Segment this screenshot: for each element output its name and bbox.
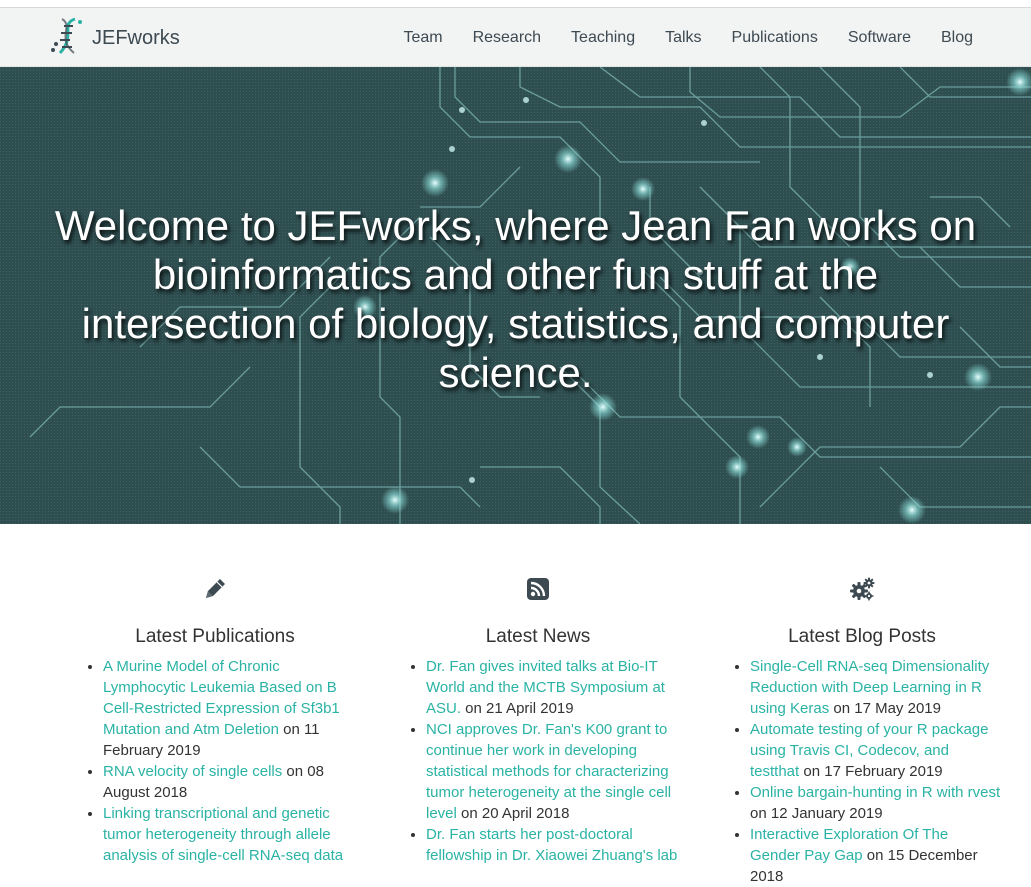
- nav-item-research[interactable]: Research: [473, 29, 541, 47]
- list-item: Automate testing of your R package using…: [750, 719, 1002, 782]
- blog-post-date: on 17 May 2019: [829, 700, 941, 717]
- hero-title: Welcome to JEFworks, where Jean Fan work…: [54, 202, 977, 396]
- nav-item-software[interactable]: Software: [848, 29, 911, 47]
- news-heading: Latest News: [485, 626, 591, 647]
- nav-item-blog[interactable]: Blog: [941, 29, 973, 47]
- publication-link[interactable]: RNA velocity of single cells: [103, 763, 282, 780]
- dna-logo-icon: [48, 16, 88, 61]
- list-item: Online bargain-hunting in R with rvest o…: [750, 782, 1002, 824]
- news-link[interactable]: Dr. Fan starts her post-doctoral fellows…: [426, 826, 677, 864]
- publications-column: Latest Publications A Murine Model of Ch…: [75, 576, 355, 866]
- news-column: Latest News Dr. Fan gives invited talks …: [398, 576, 678, 866]
- brand-name: JEFworks: [92, 26, 180, 49]
- list-item: Dr. Fan gives invited talks at Bio-IT Wo…: [426, 656, 678, 719]
- blog-list: Single-Cell RNA-seq Dimensionality Reduc…: [722, 656, 1002, 887]
- blog-column: Latest Blog Posts Single-Cell RNA-seq Di…: [722, 576, 1002, 887]
- list-item: RNA velocity of single cells on 08 Augus…: [103, 761, 355, 803]
- navbar: JEFworks Team Research Teaching Talks Pu…: [0, 8, 1031, 67]
- pencil-icon: [75, 576, 355, 604]
- blog-heading: Latest Blog Posts: [788, 626, 936, 647]
- list-item: Dr. Fan starts her post-doctoral fellows…: [426, 824, 678, 866]
- hero-banner: Welcome to JEFworks, where Jean Fan work…: [0, 67, 1031, 524]
- list-item: Linking transcriptional and genetic tumo…: [103, 803, 355, 866]
- list-item: A Murine Model of Chronic Lymphocytic Le…: [103, 656, 355, 761]
- publications-list: A Murine Model of Chronic Lymphocytic Le…: [75, 656, 355, 866]
- nav-item-team[interactable]: Team: [403, 29, 442, 47]
- list-item: Single-Cell RNA-seq Dimensionality Reduc…: [750, 656, 1002, 719]
- blog-post-link[interactable]: Online bargain-hunting in R with rvest: [750, 784, 1000, 801]
- rss-icon: [398, 576, 678, 604]
- top-rule: [0, 0, 1031, 8]
- nav-item-talks[interactable]: Talks: [665, 29, 701, 47]
- nav-item-publications[interactable]: Publications: [732, 29, 818, 47]
- news-date: on 21 April 2019: [461, 700, 574, 717]
- gears-icon: [722, 576, 1002, 604]
- brand-link[interactable]: JEFworks: [48, 16, 180, 61]
- news-date: on 20 April 2018: [456, 805, 570, 822]
- latest-columns: Latest Publications A Murine Model of Ch…: [0, 524, 1031, 885]
- list-item: NCI approves Dr. Fan's K00 grant to cont…: [426, 719, 678, 824]
- nav-item-teaching[interactable]: Teaching: [571, 29, 635, 47]
- blog-post-date: on 17 February 2019: [799, 763, 943, 780]
- publication-link[interactable]: Linking transcriptional and genetic tumo…: [103, 805, 343, 864]
- list-item: Interactive Exploration Of The Gender Pa…: [750, 824, 1002, 887]
- news-list: Dr. Fan gives invited talks at Bio-IT Wo…: [398, 656, 678, 866]
- blog-post-date: on 12 January 2019: [750, 805, 883, 822]
- publications-heading: Latest Publications: [135, 626, 295, 647]
- main-nav: Team Research Teaching Talks Publication…: [373, 8, 973, 67]
